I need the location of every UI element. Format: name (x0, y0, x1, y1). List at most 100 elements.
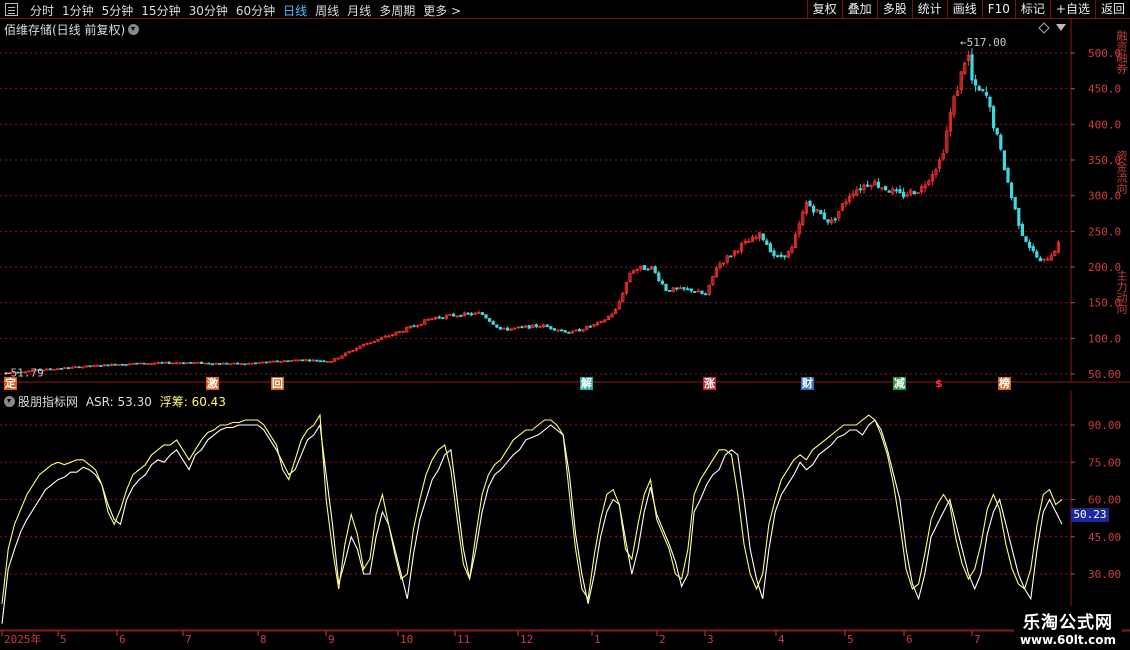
event-badge[interactable]: 涨 (703, 377, 716, 390)
toolbar-button-0[interactable]: 复权 (806, 0, 842, 19)
candle (441, 317, 445, 319)
toolbar-button-6[interactable]: 标记 (1014, 0, 1050, 19)
candle (376, 338, 380, 343)
candle (1024, 236, 1028, 243)
period-tabs: 分时 1分钟 5分钟 15分钟 30分钟 60分钟 日线 周线 月线 多周期 更多 > (26, 2, 465, 19)
event-badge[interactable]: 减 (893, 377, 906, 390)
candle (163, 361, 168, 364)
toolbar-button-2[interactable]: 多股 (876, 0, 912, 19)
candle (401, 330, 405, 333)
candle (279, 361, 283, 364)
candle (311, 359, 315, 362)
candle (1049, 252, 1053, 261)
period-tab-9[interactable]: 多周期 (375, 2, 419, 19)
price-tick-label: 50.00 (1088, 368, 1121, 381)
candle (902, 187, 906, 200)
candle (102, 364, 106, 367)
candles (5, 48, 1060, 374)
candle (264, 361, 269, 364)
period-tab-0[interactable]: 分时 (26, 2, 58, 19)
candle (653, 265, 657, 274)
toolbar-button-8[interactable]: 返回 (1094, 0, 1130, 19)
candle (660, 279, 665, 286)
candle (505, 326, 510, 331)
candle (894, 187, 899, 194)
candle (56, 368, 60, 371)
toolbar-button-4[interactable]: 画线 (946, 0, 982, 19)
candle (646, 267, 650, 271)
price-tick-label: 250.0 (1088, 225, 1121, 238)
candle (833, 216, 837, 223)
candle (480, 311, 485, 315)
candle (113, 363, 117, 366)
candle (966, 50, 971, 66)
candle (48, 368, 53, 371)
date-axis: 2025年 5 6 7 8 9 10 11 12 1 2 3 4 5 6 7 (0, 630, 1130, 646)
candle (542, 323, 546, 329)
candle (325, 361, 330, 363)
event-badge[interactable]: $ (934, 377, 944, 390)
period-tab-3[interactable]: 15分钟 (137, 2, 184, 19)
date-tick-label: 6 (119, 633, 126, 646)
candle (358, 345, 362, 349)
candle (844, 197, 848, 207)
candle (977, 84, 981, 92)
candle (74, 366, 78, 369)
toolbar-button-5[interactable]: F10 (981, 0, 1015, 19)
candle (235, 362, 240, 365)
candle (45, 368, 49, 371)
period-tab-4[interactable]: 30分钟 (185, 2, 232, 19)
candle (686, 286, 690, 291)
candle (66, 367, 70, 370)
period-tab-5[interactable]: 60分钟 (232, 2, 279, 19)
toolbar-button-1[interactable]: 叠加 (841, 0, 877, 19)
event-badge[interactable]: 定 (4, 377, 17, 390)
candle (945, 125, 949, 154)
event-badge[interactable]: 榜 (998, 377, 1011, 390)
candle (740, 241, 744, 255)
candle (117, 364, 121, 366)
date-tick-label: 12 (520, 633, 533, 646)
candle (502, 327, 506, 330)
period-tab-6[interactable]: 日线 (279, 2, 311, 19)
candle (106, 364, 110, 367)
candle (704, 292, 708, 296)
candle (941, 149, 945, 162)
period-tab-10[interactable]: 更多 > (419, 2, 465, 19)
toolbar-button-3[interactable]: 统计 (911, 0, 947, 19)
period-tab-2[interactable]: 5分钟 (98, 2, 138, 19)
candle (855, 186, 859, 197)
event-badge[interactable]: 财 (801, 377, 814, 390)
event-badge[interactable]: 解 (580, 377, 593, 390)
period-tab-7[interactable]: 周线 (311, 2, 343, 19)
period-tab-8[interactable]: 月线 (343, 2, 375, 19)
event-badge[interactable]: 回 (271, 377, 284, 390)
candle (300, 359, 305, 362)
candle (884, 185, 888, 191)
price-tick-label: 450.0 (1088, 83, 1121, 96)
candle (322, 360, 326, 363)
toolbar-button-7[interactable]: +自选 (1049, 0, 1095, 19)
candle (1017, 207, 1021, 229)
candle (513, 327, 517, 330)
candle (671, 286, 675, 293)
candle (77, 366, 81, 369)
candle (736, 250, 740, 255)
period-tab-1[interactable]: 1分钟 (58, 2, 98, 19)
candle (538, 325, 542, 328)
candle (527, 325, 531, 330)
candle (725, 254, 729, 265)
candle (343, 352, 348, 357)
event-badge[interactable]: 激 (206, 377, 219, 390)
candle (70, 366, 74, 370)
candle (840, 203, 845, 212)
candle (459, 314, 463, 318)
candle (772, 248, 776, 259)
candle (578, 328, 582, 332)
candle (156, 361, 160, 364)
menu-icon[interactable] (5, 3, 18, 16)
candle (862, 183, 866, 194)
candle (361, 343, 366, 347)
candle (570, 330, 575, 334)
date-tick-label: 5 (60, 633, 67, 646)
